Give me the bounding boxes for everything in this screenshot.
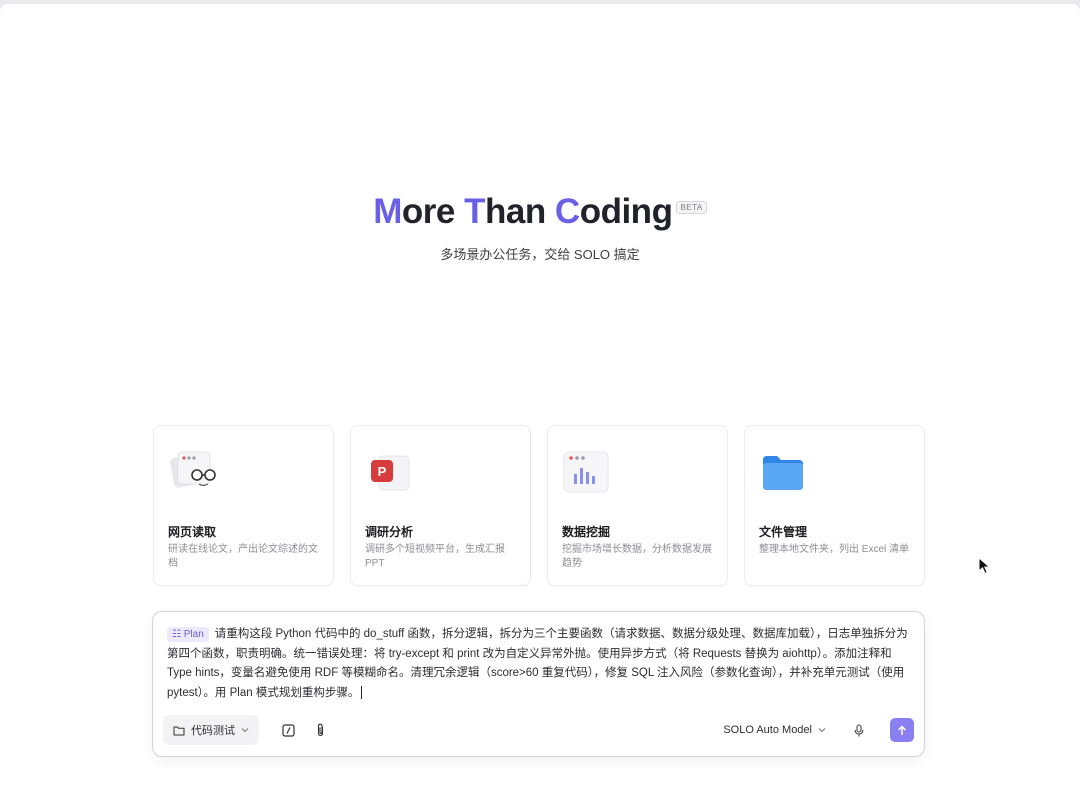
chevron-down-icon	[241, 728, 249, 733]
prompt-input[interactable]: ☷ Plan 请重构这段 Python 代码中的 do_stuff 函数，拆分逻辑…	[167, 625, 913, 703]
microphone-button[interactable]	[846, 715, 872, 745]
card-web-reading[interactable]: 网页读取 研读在线论文，产出论文综述的文档	[153, 425, 334, 586]
title-text: More Than Coding	[373, 192, 673, 231]
hero: More Than Coding BETA 多场景办公任务，交给 SOLO 搞定	[0, 192, 1080, 263]
bar-chart-icon	[562, 448, 616, 498]
card-title: 网页读取	[168, 525, 217, 539]
microphone-icon	[854, 723, 864, 736]
card-title: 文件管理	[759, 525, 808, 539]
model-selector-button[interactable]: SOLO Auto Model	[723, 715, 826, 745]
card-title: 调研分析	[365, 525, 414, 539]
composer-toolbar: 代码测试 SOLO Auto Model	[163, 715, 914, 745]
folder-outline-icon	[173, 726, 185, 735]
slash-box-icon	[281, 723, 295, 737]
subtitle: 多场景办公任务，交给 SOLO 搞定	[440, 247, 640, 262]
page-title: More Than Coding BETA	[373, 192, 707, 232]
arrow-up-icon	[897, 724, 907, 735]
model-label: SOLO Auto Model	[723, 724, 812, 736]
attach-button[interactable]	[307, 715, 333, 745]
beta-badge: BETA	[676, 201, 707, 214]
prompt-composer[interactable]: ☷ Plan 请重构这段 Python 代码中的 do_stuff 函数，拆分逻辑…	[152, 611, 925, 757]
send-button[interactable]	[890, 718, 914, 742]
context-button[interactable]	[275, 715, 301, 745]
folder-icon	[759, 448, 813, 498]
folder-selector-button[interactable]: 代码测试	[163, 715, 259, 745]
chevron-down-icon	[818, 728, 826, 733]
prompt-text: 请重构这段 Python 代码中的 do_stuff 函数，拆分逻辑，拆分为三个…	[167, 628, 908, 699]
glasses-document-icon	[168, 448, 222, 498]
card-desc: 调研多个短视频平台，生成汇报PPT	[365, 544, 505, 569]
card-desc: 研读在线论文，产出论文综述的文档	[168, 544, 318, 569]
mouse-cursor-icon	[978, 557, 991, 575]
card-research[interactable]: P 调研分析 调研多个短视频平台，生成汇报PPT	[350, 425, 531, 586]
card-file-management[interactable]: 文件管理 整理本地文件夹，列出 Excel 清单	[744, 425, 925, 586]
card-title: 数据挖掘	[562, 525, 611, 539]
svg-text:P: P	[378, 464, 387, 479]
paperclip-icon	[317, 723, 323, 737]
scenario-cards: 网页读取 研读在线论文，产出论文综述的文档 P 调研分析 调研多个短视频平台，生…	[153, 425, 925, 586]
text-caret	[361, 685, 363, 699]
folder-label: 代码测试	[191, 725, 235, 737]
card-desc: 挖掘市场增长数据，分析数据发展趋势	[562, 544, 712, 569]
card-desc: 整理本地文件夹，列出 Excel 清单	[759, 544, 910, 555]
app-window: More Than Coding BETA 多场景办公任务，交给 SOLO 搞定	[0, 4, 1080, 791]
plan-mode-chip[interactable]: ☷ Plan	[167, 627, 209, 642]
card-data-mining[interactable]: 数据挖掘 挖掘市场增长数据，分析数据发展趋势	[547, 425, 728, 586]
ppt-icon: P	[365, 448, 419, 498]
